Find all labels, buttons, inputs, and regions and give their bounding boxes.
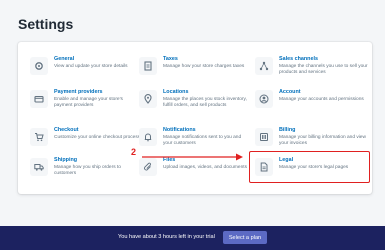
setting-description: Manage your billing information and view… xyxy=(279,135,366,146)
setting-title: Billing xyxy=(279,127,296,133)
setting-description: Enable and manage your store's payment p… xyxy=(54,97,123,108)
setting-title: Locations xyxy=(163,89,189,95)
setting-title: Checkout xyxy=(54,127,79,133)
bell-icon xyxy=(139,128,157,146)
setting-description: Manage the channels you use to sell your… xyxy=(279,64,368,75)
setting-description: View and update your store details xyxy=(54,64,128,69)
setting-title: Sales channels xyxy=(279,56,318,62)
setting-taxes[interactable]: Taxes Manage how your store charges taxe… xyxy=(139,56,251,90)
setting-description: Customize your online checkout process xyxy=(54,135,141,140)
truck-icon xyxy=(30,158,48,176)
setting-title: Taxes xyxy=(163,56,178,62)
setting-description: Upload images, videos, and documents xyxy=(163,165,247,170)
trial-banner: You have about 3 hours left in your tria… xyxy=(0,226,385,250)
arrow-icon xyxy=(142,153,243,161)
gear-icon xyxy=(30,57,48,75)
credit-card-icon xyxy=(30,90,48,108)
setting-locations[interactable]: Locations Manage the places you stock in… xyxy=(139,89,251,123)
cart-icon xyxy=(30,128,48,146)
setting-title: Shipping xyxy=(54,157,78,163)
trial-message: You have about 3 hours left in your tria… xyxy=(118,234,215,240)
setting-title: Notifications xyxy=(163,127,196,133)
step-number-label: 2 xyxy=(131,147,137,157)
setting-shipping[interactable]: Shipping Manage how you ship orders to c… xyxy=(30,157,142,191)
billing-icon xyxy=(255,128,273,146)
user-icon xyxy=(255,90,273,108)
setting-general[interactable]: General View and update your store detai… xyxy=(30,56,142,90)
setting-description: Manage how your store charges taxes xyxy=(163,64,245,69)
page-title: Settings xyxy=(18,16,74,32)
setting-description: Manage how you ship orders to customers xyxy=(54,165,121,176)
receipt-icon xyxy=(139,57,157,75)
setting-title: General xyxy=(54,56,75,62)
setting-payment-providers[interactable]: Payment providers Enable and manage your… xyxy=(30,89,142,123)
setting-account[interactable]: Account Manage your accounts and permiss… xyxy=(255,89,370,123)
select-plan-button[interactable]: Select a plan xyxy=(223,231,267,244)
setting-title: Payment providers xyxy=(54,89,103,95)
share-icon xyxy=(255,57,273,75)
setting-description: Manage the places you stock inventory, f… xyxy=(163,97,247,108)
setting-checkout[interactable]: Checkout Customize your online checkout … xyxy=(30,127,142,161)
setting-title: Account xyxy=(279,89,301,95)
setting-files[interactable]: Files Upload images, videos, and documen… xyxy=(139,157,251,191)
location-pin-icon xyxy=(139,90,157,108)
setting-sales-channels[interactable]: Sales channels Manage the channels you u… xyxy=(255,56,370,90)
legal-highlight-box xyxy=(249,151,370,183)
setting-description: Manage notifications sent to you and you… xyxy=(163,135,242,146)
setting-description: Manage your accounts and permissions xyxy=(279,97,364,102)
